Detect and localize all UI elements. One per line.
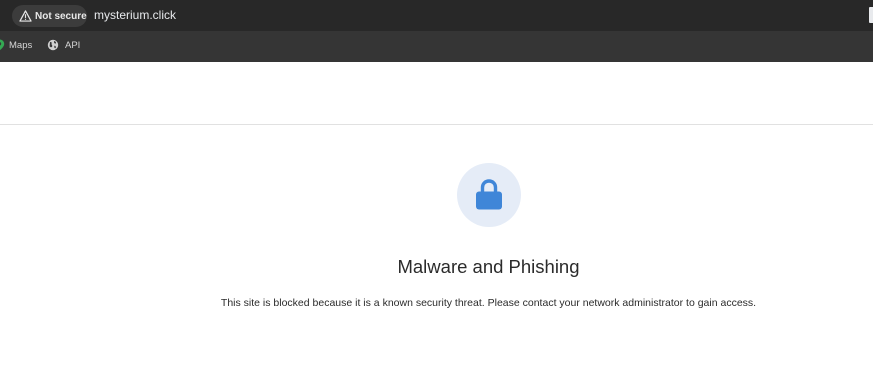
header-divider <box>0 124 873 125</box>
maps-icon <box>0 39 5 51</box>
toolbar-edge-button[interactable] <box>869 7 873 23</box>
address-bar: Not secure mysterium.click <box>0 0 873 31</box>
security-status-chip[interactable]: Not secure <box>12 5 87 27</box>
warning-icon <box>19 10 32 22</box>
bookmark-maps[interactable]: Maps <box>0 39 32 51</box>
security-label: Not secure <box>35 10 87 22</box>
lock-badge <box>457 163 521 227</box>
bookmarks-bar: Maps API <box>0 31 873 62</box>
bookmark-label: Maps <box>9 39 33 51</box>
page-title: Malware and Phishing <box>397 256 580 277</box>
block-message: This site is blocked because it is a kno… <box>220 297 757 309</box>
url-field[interactable]: mysterium.click <box>94 8 176 22</box>
globe-icon <box>47 39 59 51</box>
lock-icon <box>476 179 502 210</box>
bookmark-label: API <box>65 39 81 51</box>
bookmark-api[interactable]: API <box>47 39 80 51</box>
